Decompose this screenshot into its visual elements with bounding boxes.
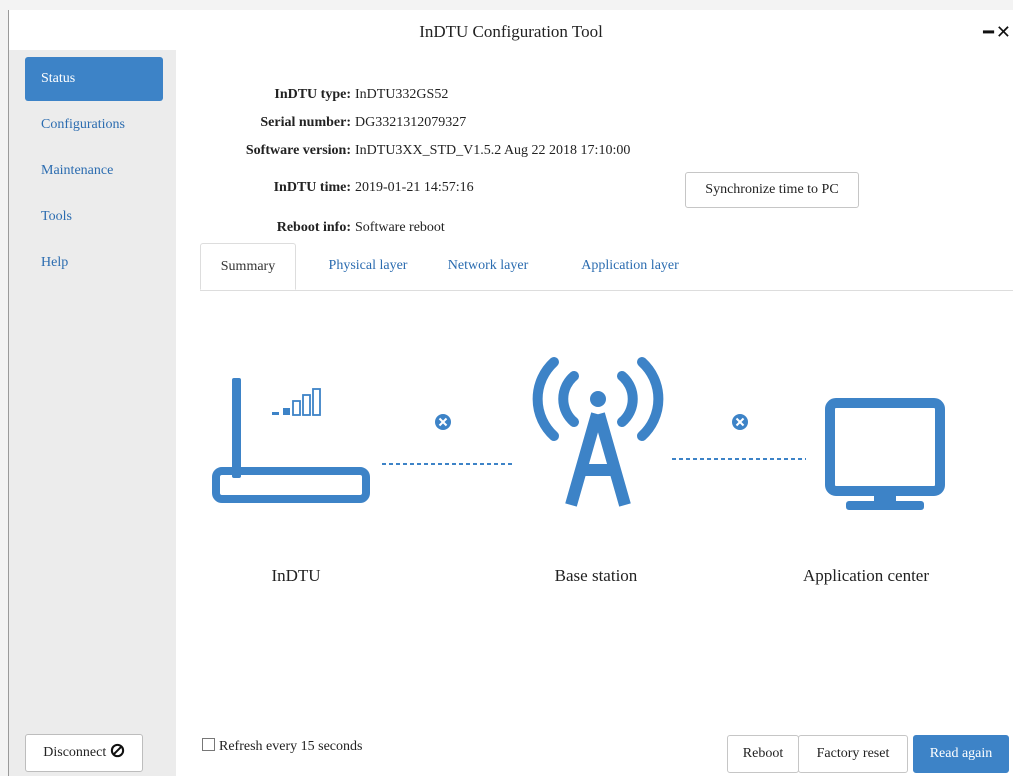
disconnect-label: Disconnect — [43, 745, 107, 760]
factory-reset-button[interactable]: Factory reset — [798, 735, 908, 773]
window-title: InDTU Configuration Tool — [419, 22, 603, 41]
router-icon — [212, 378, 370, 503]
base-station-icon — [532, 357, 664, 507]
serial-label: Serial number: — [260, 115, 351, 130]
disconnected-icon — [732, 414, 748, 430]
type-label: InDTU type: — [274, 87, 351, 102]
tab-bar: Summary Physical layer Network layer App… — [200, 243, 1013, 291]
tab-network-layer[interactable]: Network layer — [428, 243, 548, 290]
window-controls: ━✕ — [983, 22, 1013, 43]
title-bar: InDTU Configuration Tool ━✕ — [9, 10, 1013, 50]
software-label: Software version: — [245, 143, 351, 158]
sidebar-item-configurations[interactable]: Configurations — [25, 103, 163, 147]
disconnect-button[interactable]: Disconnect — [25, 734, 143, 772]
refresh-checkbox[interactable] — [202, 738, 215, 751]
type-value: InDTU332GS52 — [355, 87, 449, 102]
no-entry-icon — [110, 743, 124, 758]
sidebar-item-help[interactable]: Help — [25, 241, 163, 285]
time-value: 2019-01-21 14:57:16 — [355, 180, 474, 195]
reboot-label: Reboot info: — [276, 220, 351, 235]
sidebar-item-maintenance[interactable]: Maintenance — [25, 149, 163, 193]
read-again-button[interactable]: Read again — [913, 735, 1009, 773]
sidebar: Status Configurations Maintenance Tools … — [9, 50, 176, 776]
tab-summary[interactable]: Summary — [200, 243, 296, 290]
close-icon[interactable]: ✕ — [996, 22, 1013, 43]
refresh-label: Refresh every 15 seconds — [219, 739, 363, 754]
monitor-icon — [825, 398, 945, 510]
indtu-label: InDTU — [271, 566, 321, 585]
window-left-edge — [0, 10, 9, 776]
time-label: InDTU time: — [273, 180, 351, 195]
sync-time-button[interactable]: Synchronize time to PC — [685, 172, 859, 208]
network-diagram: InDTU Base station Application center — [176, 340, 1013, 620]
sidebar-item-status[interactable]: Status — [25, 57, 163, 101]
application-center-label: Application center — [802, 566, 930, 585]
serial-value: DG3321312079327 — [355, 115, 467, 130]
refresh-option[interactable]: Refresh every 15 seconds — [202, 738, 362, 755]
tab-application-layer[interactable]: Application layer — [550, 243, 710, 290]
main-panel: InDTU type: InDTU332GS52 Serial number: … — [176, 50, 1013, 776]
base-station-label: Base station — [554, 566, 638, 585]
tab-physical-layer[interactable]: Physical layer — [306, 243, 430, 290]
software-value: InDTU3XX_STD_V1.5.2 Aug 22 2018 17:10:00 — [355, 143, 631, 158]
disconnected-icon — [435, 414, 451, 430]
reboot-button[interactable]: Reboot — [727, 735, 799, 773]
sidebar-item-tools[interactable]: Tools — [25, 195, 163, 239]
reboot-value: Software reboot — [355, 220, 445, 235]
minimize-icon[interactable]: ━ — [983, 22, 996, 43]
